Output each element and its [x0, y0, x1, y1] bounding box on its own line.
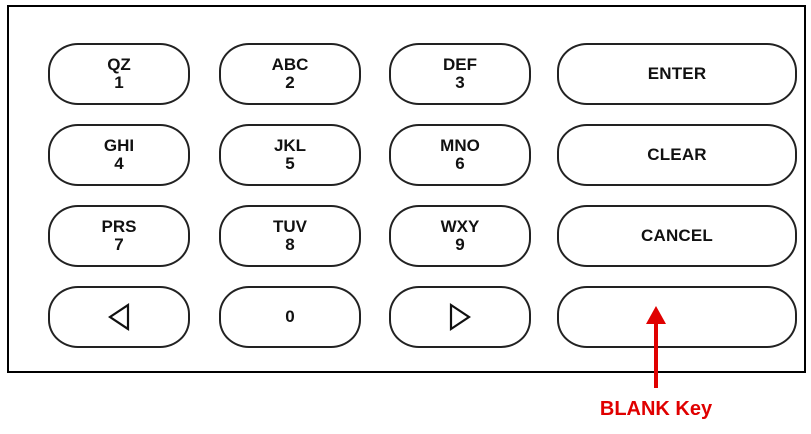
key-1[interactable]: QZ 1 — [48, 43, 190, 105]
key-5-letters: JKL — [273, 136, 307, 156]
key-9[interactable]: WXY 9 — [389, 205, 531, 267]
key-4-letters: GHI — [103, 136, 135, 156]
enter-button[interactable]: ENTER — [557, 43, 797, 105]
key-7-digit: 7 — [114, 235, 124, 254]
cancel-button-label: CANCEL — [640, 226, 714, 246]
cancel-button[interactable]: CANCEL — [557, 205, 797, 267]
key-4-digit: 4 — [114, 154, 124, 173]
key-8-letters: TUV — [273, 217, 307, 237]
key-5-digit: 5 — [285, 154, 295, 173]
key-9-letters: WXY — [440, 217, 480, 237]
blank-key-callout-label: BLANK Key — [599, 398, 713, 420]
blank-key[interactable] — [557, 286, 797, 348]
key-7-letters: PRS — [101, 217, 137, 237]
key-6-digit: 6 — [455, 154, 465, 173]
key-6[interactable]: MNO 6 — [389, 124, 531, 186]
key-0[interactable]: 0 — [219, 286, 361, 348]
left-arrow-button[interactable] — [48, 286, 190, 348]
enter-button-label: ENTER — [647, 64, 707, 84]
key-2-digit: 2 — [285, 73, 295, 92]
keypad-panel: QZ 1 ABC 2 DEF 3 ENTER GHI 4 JKL 5 MNO 6… — [7, 5, 806, 373]
key-4[interactable]: GHI 4 — [48, 124, 190, 186]
key-2-letters: ABC — [271, 55, 309, 75]
key-7[interactable]: PRS 7 — [48, 205, 190, 267]
key-5[interactable]: JKL 5 — [219, 124, 361, 186]
callout-arrow-line — [654, 318, 658, 388]
key-3[interactable]: DEF 3 — [389, 43, 531, 105]
right-arrow-button[interactable] — [389, 286, 531, 348]
left-triangle-icon — [108, 302, 130, 332]
clear-button[interactable]: CLEAR — [557, 124, 797, 186]
key-3-letters: DEF — [443, 55, 477, 75]
key-2[interactable]: ABC 2 — [219, 43, 361, 105]
key-1-digit: 1 — [114, 73, 124, 92]
key-9-digit: 9 — [455, 235, 465, 254]
key-3-digit: 3 — [455, 73, 465, 92]
key-1-letters: QZ — [107, 55, 131, 75]
keypad-diagram: QZ 1 ABC 2 DEF 3 ENTER GHI 4 JKL 5 MNO 6… — [0, 0, 811, 434]
right-triangle-icon — [449, 302, 471, 332]
key-8-digit: 8 — [285, 235, 295, 254]
clear-button-label: CLEAR — [647, 145, 707, 165]
key-8[interactable]: TUV 8 — [219, 205, 361, 267]
key-6-letters: MNO — [440, 136, 480, 156]
key-0-digit: 0 — [285, 307, 295, 327]
